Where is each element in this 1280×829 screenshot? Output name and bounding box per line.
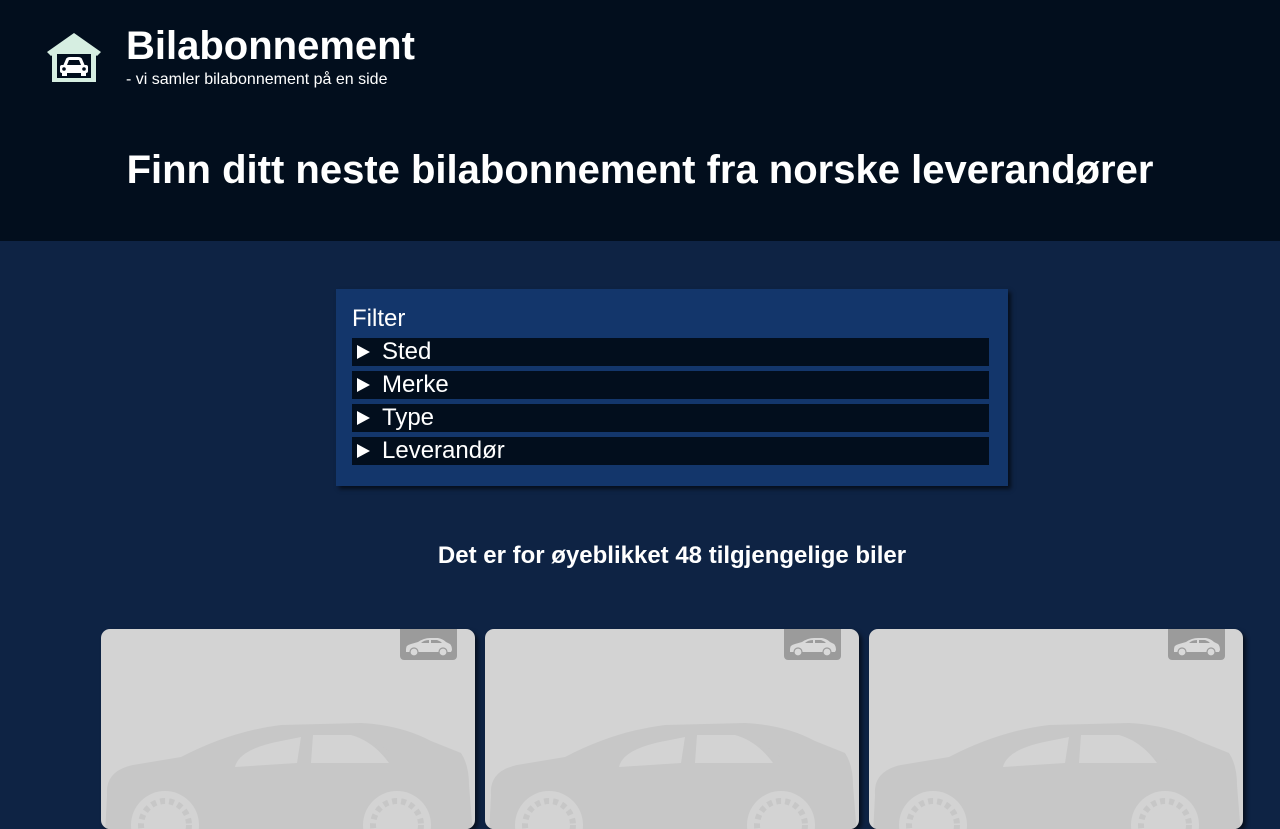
- filter-section-label: Merke: [382, 371, 449, 398]
- filter-section-label: Sted: [382, 338, 432, 365]
- filter-type-toggle[interactable]: Type: [352, 404, 989, 432]
- car-card[interactable]: [869, 629, 1243, 829]
- expand-triangle-icon: [357, 345, 370, 359]
- expand-triangle-icon: [357, 378, 370, 392]
- site-header: Bilabonnement - vi samler bilabonnement …: [0, 0, 1280, 241]
- filter-section-label: Type: [382, 404, 435, 431]
- expand-triangle-icon: [357, 444, 370, 458]
- car-icon: [1174, 638, 1220, 657]
- filter-panel: Filter Sted Merke Type Leverandør: [336, 289, 1008, 486]
- filter-leverandor-toggle[interactable]: Leverandør: [352, 437, 989, 465]
- car-icon: [790, 638, 836, 657]
- car-type-badge: [400, 629, 457, 660]
- filter-merke-toggle[interactable]: Merke: [352, 371, 989, 399]
- available-cars-count: Det er for øyeblikket 48 tilgjengelige b…: [437, 542, 907, 569]
- car-type-badge: [784, 629, 841, 660]
- car-type-badge: [1168, 629, 1225, 660]
- brand-subtitle: - vi samler bilabonnement på en side: [126, 71, 388, 88]
- car-icon: [406, 638, 452, 657]
- hero-heading: Finn ditt neste bilabonnement fra norske…: [126, 148, 1154, 192]
- car-placeholder-image: [489, 723, 857, 829]
- brand-title[interactable]: Bilabonnement: [126, 23, 415, 69]
- car-card[interactable]: [485, 629, 859, 829]
- expand-triangle-icon: [357, 411, 370, 425]
- car-placeholder-image: [105, 723, 473, 829]
- garage-car-icon[interactable]: [44, 30, 104, 86]
- car-placeholder-image: [873, 723, 1241, 829]
- car-card[interactable]: [101, 629, 475, 829]
- filter-sted-toggle[interactable]: Sted: [352, 338, 989, 366]
- filter-title: Filter: [352, 305, 406, 332]
- filter-section-label: Leverandør: [382, 437, 505, 464]
